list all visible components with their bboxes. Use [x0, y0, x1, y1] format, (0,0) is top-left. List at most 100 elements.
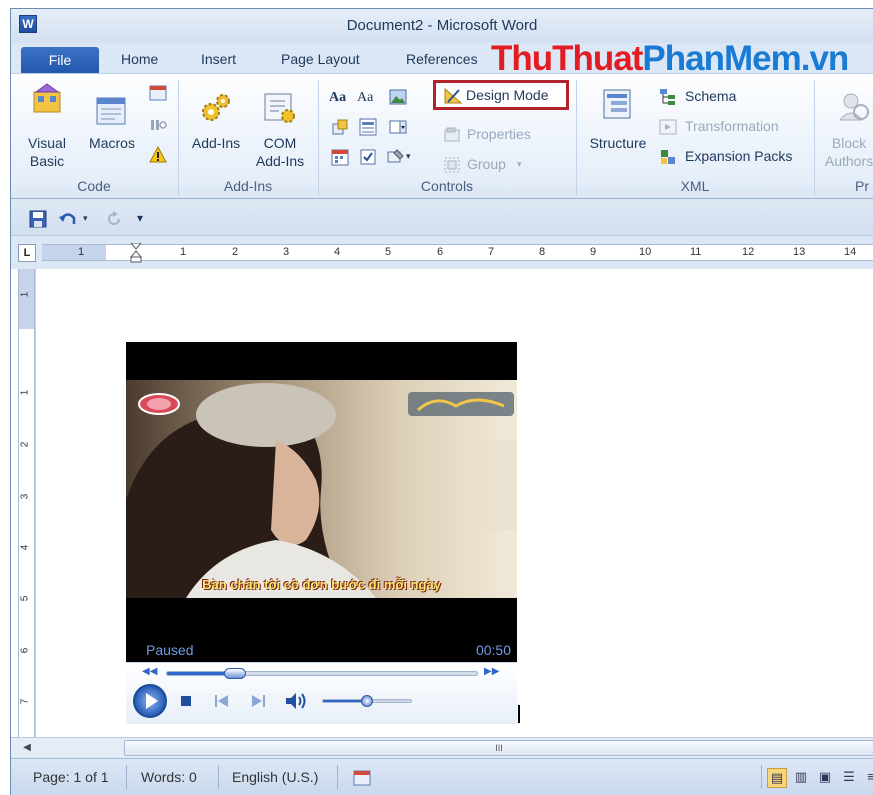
properties-icon[interactable] [443, 126, 461, 144]
picture-control-icon[interactable] [389, 88, 407, 106]
macro-security-icon[interactable] [149, 146, 167, 164]
design-mode-label: Design Mode [466, 87, 549, 103]
plain-text-control-icon[interactable]: Aa [357, 88, 373, 108]
status-separator [126, 765, 127, 789]
addins-label: Add-Ins [191, 135, 241, 151]
horizontal-scrollbar[interactable]: ◀ III [11, 737, 873, 757]
com-addins-icon [264, 93, 295, 123]
volume-icon[interactable] [284, 691, 308, 711]
language-indicator[interactable]: English (U.S.) [232, 769, 318, 785]
video-frame[interactable]: Bàn chân tôi cô đơn bước đi mỗi ngày [126, 380, 517, 598]
checkbox-control-icon[interactable] [359, 148, 377, 166]
tab-selector[interactable]: L [18, 244, 36, 262]
player-controls: ◀◀ ▶▶ [126, 662, 517, 724]
full-screen-reading-icon[interactable]: ▥ [791, 768, 811, 788]
expansion-packs-icon[interactable] [659, 148, 677, 166]
tab-page-layout[interactable]: Page Layout [281, 51, 360, 67]
seek-bar[interactable] [166, 668, 478, 679]
tab-references[interactable]: References [406, 51, 478, 67]
volume-slider[interactable] [322, 695, 412, 707]
scroll-left-icon[interactable]: ◀ [19, 740, 35, 756]
group-icon[interactable] [443, 156, 461, 174]
group-dropdown-icon[interactable]: ▾ [517, 154, 522, 174]
karaoke-lyric: Bàn chân tôi cô đơn bước đi mỗi ngày [202, 577, 441, 592]
tab-file[interactable]: File [21, 47, 99, 73]
ruler-number: 5 [385, 246, 392, 258]
properties-button[interactable]: Properties [467, 124, 531, 144]
design-mode-button[interactable]: Design Mode [433, 80, 569, 110]
macro-record-status-icon[interactable] [353, 769, 371, 787]
scroll-thumb[interactable]: III [124, 740, 873, 756]
transformation-button[interactable]: Transformation [685, 116, 779, 136]
draft-view-icon[interactable]: ≡ [861, 768, 873, 788]
dropdown-list-control-icon[interactable] [389, 118, 407, 136]
block-authors-label-2: Authors [824, 153, 873, 169]
word-count[interactable]: Words: 0 [141, 769, 197, 785]
block-authors-icon [838, 93, 869, 121]
undo-dropdown-icon[interactable]: ▾ [83, 208, 88, 228]
volume-handle[interactable] [361, 695, 373, 707]
status-separator [218, 765, 219, 789]
ruler-number: 8 [539, 246, 546, 258]
ruler-number: 13 [793, 246, 806, 258]
visual-basic-label-1: Visual [28, 135, 66, 151]
ruler-number: 5 [19, 595, 31, 602]
document-area[interactable]: 1 1 2 3 4 5 6 7 Bàn chân tôi cô đơn bước… [11, 269, 873, 737]
status-separator [761, 765, 762, 789]
com-addins-label-2: Add-Ins [255, 153, 305, 169]
web-layout-icon[interactable]: ▣ [815, 768, 835, 788]
undo-icon[interactable] [59, 210, 77, 228]
legacy-tools-dropdown-icon[interactable]: ▾ [406, 146, 411, 166]
previous-icon[interactable] [214, 694, 230, 708]
horizontal-ruler-row: L 1 1 2 3 4 5 6 7 8 9 10 11 12 13 14 [11, 237, 873, 269]
play-icon[interactable] [132, 683, 168, 719]
group-label-controls: Controls [420, 178, 474, 194]
quick-access-toolbar: ▾ ▾ [11, 200, 873, 236]
ruler-number: 6 [437, 246, 444, 258]
legacy-tools-icon[interactable] [387, 148, 405, 166]
title-bar: W Document2 - Microsoft Word [11, 9, 873, 43]
seek-handle[interactable] [224, 668, 247, 679]
group-label-code: Code [77, 178, 111, 194]
ruler-number: 4 [19, 544, 31, 551]
ruler-number: 2 [232, 246, 239, 258]
rich-text-control-icon[interactable]: Aa [329, 88, 346, 108]
ruler-number: 1 [78, 246, 85, 258]
word-window: W Document2 - Microsoft Word File Home I… [10, 8, 873, 795]
indent-marker-icon[interactable] [130, 243, 142, 263]
schema-icon[interactable] [659, 88, 677, 106]
combo-box-control-icon[interactable] [359, 118, 377, 136]
tab-home[interactable]: Home [121, 51, 158, 67]
structure-label: Structure [589, 135, 647, 151]
text-cursor [518, 705, 520, 723]
pause-recording-icon[interactable] [149, 116, 167, 134]
building-block-control-icon[interactable] [331, 118, 349, 136]
print-layout-view-icon[interactable]: ▤ [767, 768, 787, 788]
com-addins-label-1: COM [263, 135, 297, 151]
record-macro-icon[interactable] [149, 84, 167, 102]
block-authors-label-1: Block [831, 135, 867, 151]
page-count[interactable]: Page: 1 of 1 [33, 769, 109, 785]
outline-view-icon[interactable]: ☰ [839, 768, 859, 788]
design-mode-icon [444, 87, 462, 104]
date-picker-control-icon[interactable] [331, 148, 349, 166]
schema-button[interactable]: Schema [685, 86, 736, 106]
group-button[interactable]: Group [467, 154, 506, 174]
media-player[interactable]: Bàn chân tôi cô đơn bước đi mỗi ngày Pau… [126, 342, 517, 724]
status-bar: Page: 1 of 1 Words: 0 English (U.S.) ▤ ▥… [11, 758, 873, 795]
repeat-icon[interactable] [105, 210, 123, 228]
expansion-packs-button[interactable]: Expansion Packs [685, 146, 792, 166]
tab-insert[interactable]: Insert [201, 51, 236, 67]
fast-forward-icon[interactable]: ▶▶ [484, 666, 499, 677]
rewind-icon[interactable]: ◀◀ [142, 666, 157, 677]
customize-qat-icon[interactable]: ▾ [137, 208, 143, 228]
save-icon[interactable] [29, 210, 47, 228]
ruler-number: 14 [844, 246, 857, 258]
transformation-icon[interactable] [659, 118, 677, 136]
vertical-ruler[interactable]: 1 1 2 3 4 5 6 7 [18, 269, 35, 737]
next-icon[interactable] [250, 694, 266, 708]
horizontal-ruler[interactable]: 1 1 2 3 4 5 6 7 8 9 10 11 12 13 14 [42, 243, 873, 263]
group-label-addins: Add-Ins [223, 178, 273, 194]
macros-label: Macros [89, 135, 135, 151]
stop-icon[interactable] [180, 695, 192, 707]
